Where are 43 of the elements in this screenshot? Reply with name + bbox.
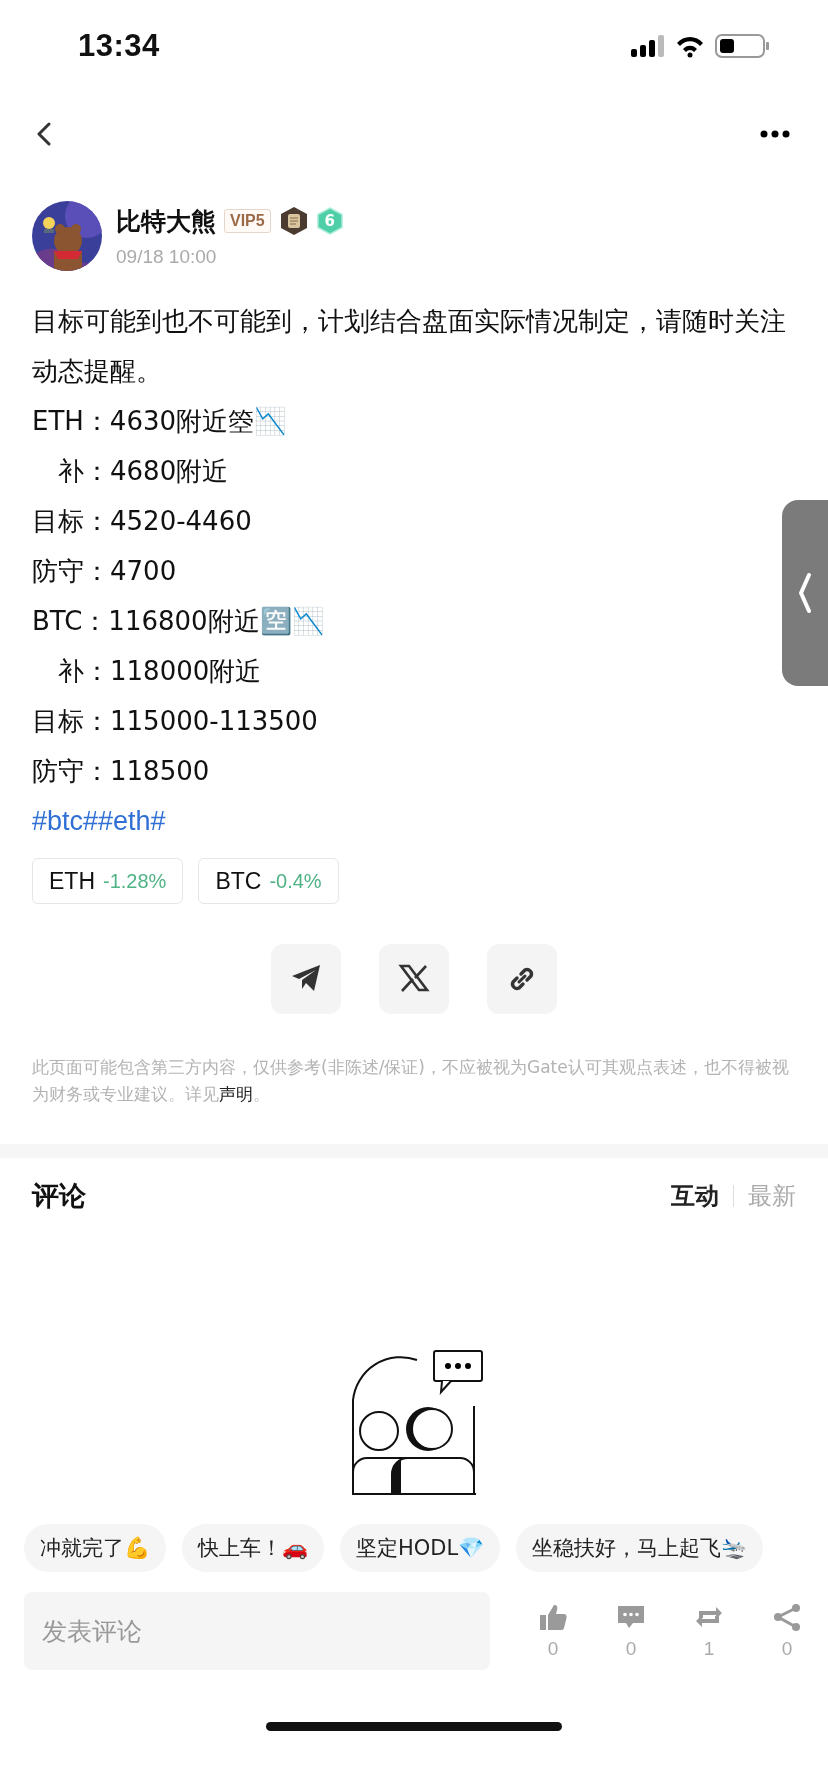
post-line: 补：4680附近 [57, 455, 229, 488]
coin-chip[interactable]: ETH -1.28% [32, 858, 184, 904]
action-count: 0 [547, 1638, 559, 1660]
level-badge: 6 [316, 207, 343, 235]
post-line: 目标：4520-4460 [32, 505, 252, 538]
author-name[interactable]: 比特大熊 [116, 204, 216, 238]
post-text: 目标可能到也不可能到，计划结合盘面实际情况制定，请随时关注动态提醒。 [32, 305, 787, 388]
post-line: 目标：115000-113500 [32, 705, 318, 738]
more-icon[interactable] [760, 129, 790, 138]
action-count: 0 [625, 1638, 637, 1660]
share-button[interactable] [487, 944, 557, 1014]
chevron-left-icon [797, 573, 813, 613]
battery-icon [715, 34, 770, 58]
share-button[interactable] [379, 944, 449, 1014]
hashtag-link[interactable]: #btc##eth# [32, 796, 166, 846]
quick-reply-chip[interactable]: 坐稳扶好，马上起飞🛬 [516, 1524, 764, 1572]
post-date: 09/18 10:00 [116, 245, 218, 268]
scroll-badge-icon [278, 206, 309, 236]
quick-reply-chip[interactable]: 坚定HODL💎 [340, 1524, 501, 1572]
wifi-icon [675, 34, 705, 58]
back-icon[interactable] [36, 121, 52, 146]
sort-tab[interactable]: 互动 [671, 1180, 719, 1212]
comments-title: 评论 [32, 1179, 86, 1213]
comment-input[interactable]: 发表评论 [24, 1592, 490, 1670]
post-line: 防守：4700 [32, 555, 177, 588]
post-line: ETH：4630附近箜📉 [32, 405, 287, 438]
post-line: BTC：116800附近🈳📉 [32, 605, 324, 638]
post-line: 补：118000附近 [57, 655, 262, 688]
vip-badge: VIP5 [224, 209, 271, 233]
thumbs-up-icon[interactable] [538, 1602, 568, 1632]
share-icon[interactable] [772, 1602, 802, 1632]
quick-reply-chip[interactable]: 快上车！🚗 [182, 1524, 324, 1572]
statement-link[interactable]: 声明 [219, 1084, 253, 1104]
side-panel-handle[interactable] [782, 500, 828, 686]
action-count: 0 [781, 1638, 793, 1660]
disclaimer-text: 此页面可能包含第三方内容，仅供参考(非陈述/保证)，不应被视为Gate认可其观点表述，也不得被视为财务或专业建议。详见声明。 [32, 1056, 790, 1106]
status-time: 13:34 [78, 28, 160, 64]
action-count: 1 [703, 1638, 715, 1660]
coin-chip[interactable]: BTC -0.4% [198, 858, 339, 904]
post-line: 防守：118500 [32, 755, 210, 788]
share-button[interactable] [271, 944, 341, 1014]
signal-icon [631, 35, 665, 57]
quick-reply-chip[interactable]: 冲就完了💪 [24, 1524, 166, 1572]
